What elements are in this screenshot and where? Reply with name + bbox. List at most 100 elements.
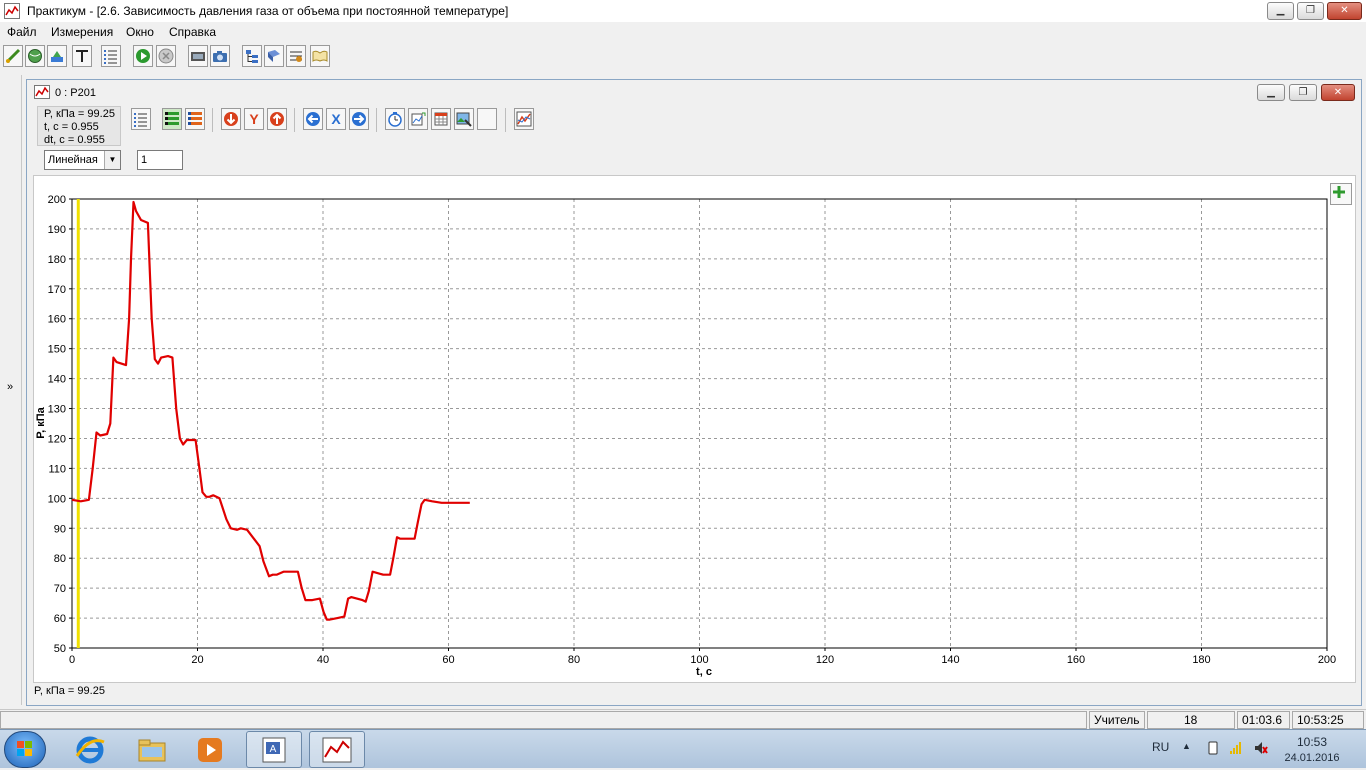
help-book-icon[interactable]: [310, 45, 330, 67]
graph-window-title: 0 : P201: [55, 87, 96, 99]
chart-view-icon[interactable]: [514, 108, 534, 130]
readout-time: t, c = 0.955: [44, 121, 99, 133]
y-tick-label: 200: [48, 194, 66, 206]
scale-type-value: Линейная: [48, 154, 98, 166]
arrow-left-icon[interactable]: [303, 108, 323, 130]
y-tick-label: 50: [54, 643, 66, 655]
orange-list-icon[interactable]: [185, 108, 205, 130]
x-tick-label: 100: [690, 654, 708, 666]
y-axis-button[interactable]: Y: [244, 108, 264, 130]
settings-list-icon[interactable]: [286, 45, 306, 67]
y-tick-label: 70: [54, 583, 66, 595]
add-plus-icon[interactable]: [1330, 183, 1352, 205]
chart-area[interactable]: 0 20 40 60 80 100 120 140 160 180 200 50 60 70 80 90 100…: [33, 175, 1356, 683]
status-user: Учитель: [1089, 711, 1145, 729]
title-bar: Практикум - [2.6. Зависимость давления г…: [0, 0, 1366, 22]
menu-file[interactable]: Файл: [7, 25, 37, 39]
graph-minimize-button[interactable]: ▁: [1257, 84, 1285, 101]
chevron-down-icon[interactable]: ▼: [104, 151, 120, 169]
table-grid-icon[interactable]: [431, 108, 451, 130]
arrow-down-icon[interactable]: [221, 108, 241, 130]
chart-series: [71, 199, 470, 648]
green-list-icon[interactable]: [162, 108, 182, 130]
table-list-icon[interactable]: [131, 108, 151, 130]
pressure-series-line: [71, 200, 470, 621]
arrow-right-icon[interactable]: [349, 108, 369, 130]
scale-type-select[interactable]: Линейная ▼: [44, 150, 121, 170]
minimize-button[interactable]: ▁: [1267, 2, 1294, 20]
status-empty-cell: [0, 711, 1087, 729]
svg-text:A: A: [270, 744, 277, 755]
menu-help[interactable]: Справка: [169, 25, 216, 39]
image-export-icon[interactable]: [454, 108, 474, 130]
expand-panel-toggle[interactable]: »: [7, 381, 13, 393]
y-tick-label: 180: [48, 254, 66, 266]
x-axis-button[interactable]: X: [326, 108, 346, 130]
taskbar: A RU ▲ 10:53 24.01.2016: [0, 729, 1366, 768]
tray-language[interactable]: RU: [1152, 740, 1169, 754]
tray-expand-arrow-icon[interactable]: ▲: [1182, 741, 1196, 755]
list-icon[interactable]: [101, 45, 121, 67]
camera-icon[interactable]: [210, 45, 230, 67]
x-tick-label: 60: [442, 654, 454, 666]
y-tick-label: 190: [48, 224, 66, 236]
y-tick-label: 140: [48, 374, 66, 386]
tray-volume-muted-icon[interactable]: [1254, 741, 1268, 755]
app-status-bar: Учитель 18 01:03.6 10:53:25: [0, 709, 1366, 729]
x-tick-label: 200: [1318, 654, 1336, 666]
graph-close-button[interactable]: ✕: [1321, 84, 1355, 101]
y-tick-label: 160: [48, 314, 66, 326]
chart-grid: [72, 199, 1327, 648]
y-tick-label: 100: [48, 493, 66, 505]
taskbar-ie-icon[interactable]: [62, 731, 118, 768]
tray-signal-icon[interactable]: [1229, 741, 1243, 755]
status-clock: 10:53:25: [1292, 711, 1364, 729]
arrow-up-icon[interactable]: [267, 108, 287, 130]
tray-device-icon[interactable]: [1206, 741, 1220, 755]
y-tick-label: 120: [48, 433, 66, 445]
graph-maximize-button[interactable]: ❐: [1289, 84, 1317, 101]
pencil-icon[interactable]: [3, 45, 23, 67]
stop-icon[interactable]: [156, 45, 176, 67]
window-title: Практикум - [2.6. Зависимость давления г…: [27, 4, 509, 18]
book-icon[interactable]: [264, 45, 284, 67]
x-tick-label: 140: [941, 654, 959, 666]
pressure-time-chart[interactable]: 0 20 40 60 80 100 120 140 160 180 200 50 60 70 80 90 100…: [34, 176, 1355, 682]
y-tick-label: 80: [54, 553, 66, 565]
taskbar-media-player-icon[interactable]: [182, 731, 238, 768]
taskbar-practicum-icon[interactable]: [309, 731, 365, 768]
tray-clock-time[interactable]: 10:53: [1284, 735, 1340, 749]
connect-icon[interactable]: [47, 45, 67, 67]
blank-tool-button[interactable]: [477, 108, 497, 130]
graph-toolbar: Y X: [127, 108, 547, 134]
taskbar-word-icon[interactable]: A: [246, 731, 302, 768]
menu-measurements[interactable]: Измерения: [51, 25, 113, 39]
tree-icon[interactable]: [242, 45, 262, 67]
start-button[interactable]: [4, 731, 46, 768]
readout-dt: dt, c = 0.955: [44, 134, 105, 146]
y-tick-label: 170: [48, 284, 66, 296]
x-tick-label: 120: [816, 654, 834, 666]
display-icon[interactable]: [188, 45, 208, 67]
y-tick-label: 130: [48, 404, 66, 416]
chart-ticks: 0 20 40 60 80 100 120 140 160 180 200 50 60 70 80 90 100…: [48, 194, 1337, 666]
text-tool-icon[interactable]: [72, 45, 92, 67]
maximize-button[interactable]: ❐: [1297, 2, 1324, 20]
y-tick-label: 110: [48, 463, 66, 475]
stopwatch-icon[interactable]: [385, 108, 405, 130]
close-button[interactable]: ✕: [1327, 2, 1362, 20]
app-chart-icon: [4, 3, 20, 19]
y-tick-label: 150: [48, 344, 66, 356]
play-icon[interactable]: [133, 45, 153, 67]
x-tick-label: 40: [317, 654, 329, 666]
y-axis-label: P, кПа: [35, 406, 47, 438]
menu-bar: Файл Измерения Окно Справка: [0, 23, 1366, 43]
menu-window[interactable]: Окно: [126, 25, 154, 39]
x-tick-label: 0: [69, 654, 75, 666]
taskbar-explorer-icon[interactable]: [124, 731, 180, 768]
x-tick-label: 20: [191, 654, 203, 666]
scale-chart-icon[interactable]: [408, 108, 428, 130]
globe-icon[interactable]: [25, 45, 45, 67]
channel-number-input[interactable]: 1: [137, 150, 183, 170]
tray-clock-date[interactable]: 24.01.2016: [1280, 752, 1344, 764]
